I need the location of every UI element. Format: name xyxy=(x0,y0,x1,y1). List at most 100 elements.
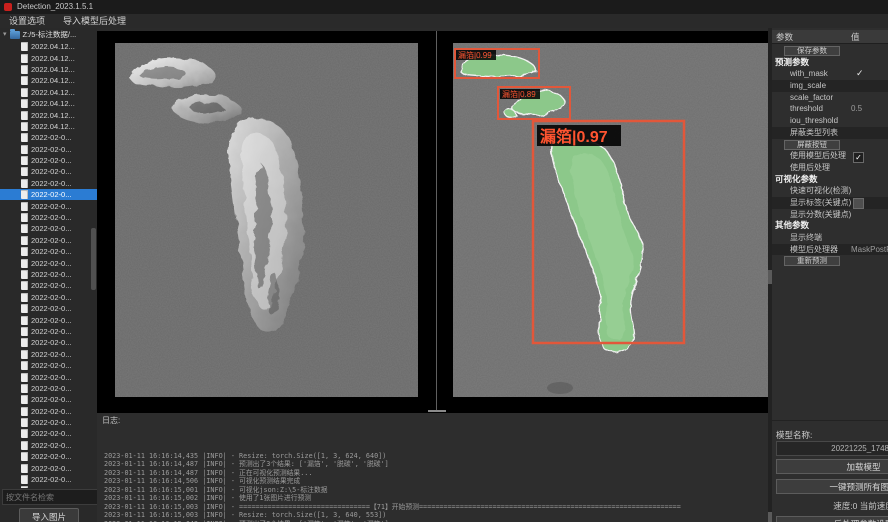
tree-item[interactable]: 2022.04.12... xyxy=(0,121,97,132)
mask-button[interactable]: 屏蔽按钮 xyxy=(784,140,840,150)
prediction-image-canvas[interactable]: 漏箔|0.99 漏箔|0.89 漏箔|0.97 xyxy=(453,43,768,397)
predict-all-button[interactable]: 一键预测所有图片 xyxy=(776,479,888,494)
param-row-show-scores[interactable]: 显示分数(关键点) xyxy=(772,209,888,221)
tree-item[interactable]: 2022.04.12... xyxy=(0,64,97,75)
tree-item[interactable]: 2022-02-0... xyxy=(0,223,97,234)
tree-item-label: 2022-02-0... xyxy=(31,224,71,233)
tree-item-label: 2022-02-0... xyxy=(31,179,71,188)
expand-arrow-icon[interactable]: ▾ xyxy=(3,28,7,41)
tree-item[interactable]: 2022-02-0... xyxy=(0,314,97,325)
tree-item[interactable]: 2022-02-0... xyxy=(0,451,97,462)
tree-item[interactable]: 2022.04.12... xyxy=(0,98,97,109)
tree-item[interactable]: 2022-02-0... xyxy=(0,246,97,257)
postprocess-settings-button[interactable]: 后处理参数设置 xyxy=(776,516,888,522)
tree-item-label: 2022-02-0... xyxy=(31,350,71,359)
filename-search-input[interactable] xyxy=(2,489,97,505)
tree-item[interactable]: 2022.04.12... xyxy=(0,75,97,86)
tree-item[interactable]: 2022-02-0... xyxy=(0,394,97,405)
param-row-fast-visualize[interactable]: 快速可视化(检测) xyxy=(772,185,888,197)
file-tree[interactable]: ▾ Z:/5-标注数据/... 2022.04.12... 2022.04.12… xyxy=(0,28,97,488)
param-row-img-scale[interactable]: img_scale xyxy=(772,80,888,92)
file-icon xyxy=(21,293,28,302)
tree-item[interactable]: 2022-02-0... xyxy=(0,200,97,211)
param-row-model-postprocessor[interactable]: 模型后处理器MaskPostPro xyxy=(772,244,888,256)
tree-item[interactable]: 2022.04.12... xyxy=(0,52,97,63)
param-row-iou-threshold[interactable]: iou_threshold xyxy=(772,115,888,127)
tree-item[interactable]: 2022.04.12... xyxy=(0,87,97,98)
file-icon xyxy=(21,111,28,120)
file-icon xyxy=(21,281,28,290)
tree-item[interactable]: 2022-02-0... xyxy=(0,485,97,488)
tree-item-label: 2022-02-0... xyxy=(31,361,71,370)
tree-item-label: 2022-02-0... xyxy=(31,429,71,438)
file-icon xyxy=(21,190,28,199)
tree-item[interactable]: 2022-02-0... xyxy=(0,189,97,200)
tree-item[interactable]: 2022-02-0... xyxy=(0,292,97,303)
tree-item[interactable]: 2022-02-0... xyxy=(0,212,97,223)
tree-item[interactable]: 2022-02-0... xyxy=(0,178,97,189)
param-row-mask-type-list[interactable]: 屏蔽类型列表 xyxy=(772,127,888,139)
import-images-button[interactable]: 导入图片 xyxy=(19,508,79,522)
tree-item[interactable]: 2022-02-0... xyxy=(0,166,97,177)
log-line: 2023-01-11 16:16:15,001 |INFO| - 可视化json… xyxy=(104,486,764,495)
file-icon xyxy=(21,133,28,142)
tree-item[interactable]: 2022-02-0... xyxy=(0,349,97,360)
tree-item[interactable]: 2022-02-0... xyxy=(0,383,97,394)
tree-item-label: 2022.04.12... xyxy=(31,76,75,85)
app-window: Detection_2023.1.5.1 设置选项 导入模型后处理 ▾ Z:/5… xyxy=(0,0,888,522)
menu-item-import-postprocess[interactable]: 导入模型后处理 xyxy=(54,14,135,28)
tree-item[interactable]: 2022-02-0... xyxy=(0,462,97,473)
title-bar: Detection_2023.1.5.1 xyxy=(0,0,888,14)
param-row: 屏蔽按钮 xyxy=(772,139,888,151)
tree-item[interactable]: 2022-02-0... xyxy=(0,280,97,291)
tree-item[interactable]: 2022-02-0... xyxy=(0,474,97,485)
tree-item[interactable]: 2022-02-0... xyxy=(0,144,97,155)
tree-item[interactable]: 2022-02-0... xyxy=(0,257,97,268)
file-icon xyxy=(21,179,28,188)
tree-item[interactable]: 2022-02-0... xyxy=(0,132,97,143)
tree-item[interactable]: 2022-02-0... xyxy=(0,428,97,439)
original-image-canvas[interactable] xyxy=(115,43,418,397)
tree-item-label: 2022.04.12... xyxy=(31,99,75,108)
image-viewer-area: 漏箔|0.99 漏箔|0.89 漏箔|0.97 日志: 2023-01-11 1… xyxy=(97,28,768,522)
param-row-show-terminal[interactable]: 显示终端 xyxy=(772,232,888,244)
model-section: 模型名称: 20221225_174813 加载模型 一键预测所有图片 速度:0… xyxy=(772,420,888,421)
file-icon xyxy=(21,88,28,97)
re-predict-button[interactable]: 重新预测 xyxy=(784,256,840,266)
tree-item[interactable]: 2022-02-0... xyxy=(0,337,97,348)
menu-item-settings[interactable]: 设置选项 xyxy=(0,14,54,28)
param-row-use-model-postprocess[interactable]: 使用模型后处理✓ xyxy=(772,150,888,162)
tree-item-label: 2022.04.12... xyxy=(31,122,75,131)
tree-item[interactable]: 2022-02-0... xyxy=(0,303,97,314)
param-row-threshold[interactable]: threshold0.5 xyxy=(772,103,888,115)
tree-item[interactable]: 2022.04.12... xyxy=(0,41,97,52)
tree-item-label: 2022.04.12... xyxy=(31,42,75,51)
tree-item[interactable]: 2022-02-0... xyxy=(0,155,97,166)
tree-item[interactable]: 2022-02-0... xyxy=(0,417,97,428)
tree-item[interactable]: 2022-02-0... xyxy=(0,235,97,246)
load-model-button[interactable]: 加载模型 xyxy=(776,459,888,474)
param-row-with-mask[interactable]: with_mask✓ xyxy=(772,68,888,80)
param-row-show-labels[interactable]: 显示标签(关键点) xyxy=(772,197,888,209)
log-line: 2023-01-11 16:16:14,435 |INFO| - Resize:… xyxy=(104,452,764,461)
save-params-button[interactable]: 保存参数 xyxy=(784,46,840,56)
tree-root[interactable]: ▾ Z:/5-标注数据/... xyxy=(0,28,97,41)
viewer-splitter[interactable] xyxy=(436,31,437,410)
param-row-scale-factor[interactable]: scale_factor xyxy=(772,92,888,104)
file-icon xyxy=(21,213,28,222)
app-icon xyxy=(4,3,12,11)
value-column-header: 值 xyxy=(851,31,860,43)
tree-item[interactable]: 2022-02-0... xyxy=(0,406,97,417)
model-name-field[interactable]: 20221225_174813 xyxy=(776,441,888,456)
tree-item[interactable]: 2022-02-0... xyxy=(0,360,97,371)
file-icon xyxy=(21,327,28,336)
tree-item[interactable]: 2022-02-0... xyxy=(0,326,97,337)
tree-item[interactable]: 2022-02-0... xyxy=(0,371,97,382)
file-icon xyxy=(21,76,28,85)
tree-scrollbar-thumb[interactable] xyxy=(91,228,96,290)
splitter-grip[interactable] xyxy=(428,410,446,412)
tree-item[interactable]: 2022.04.12... xyxy=(0,109,97,120)
tree-item[interactable]: 2022-02-0... xyxy=(0,269,97,280)
param-row-use-postprocess[interactable]: 使用后处理 xyxy=(772,162,888,174)
tree-item[interactable]: 2022-02-0... xyxy=(0,440,97,451)
